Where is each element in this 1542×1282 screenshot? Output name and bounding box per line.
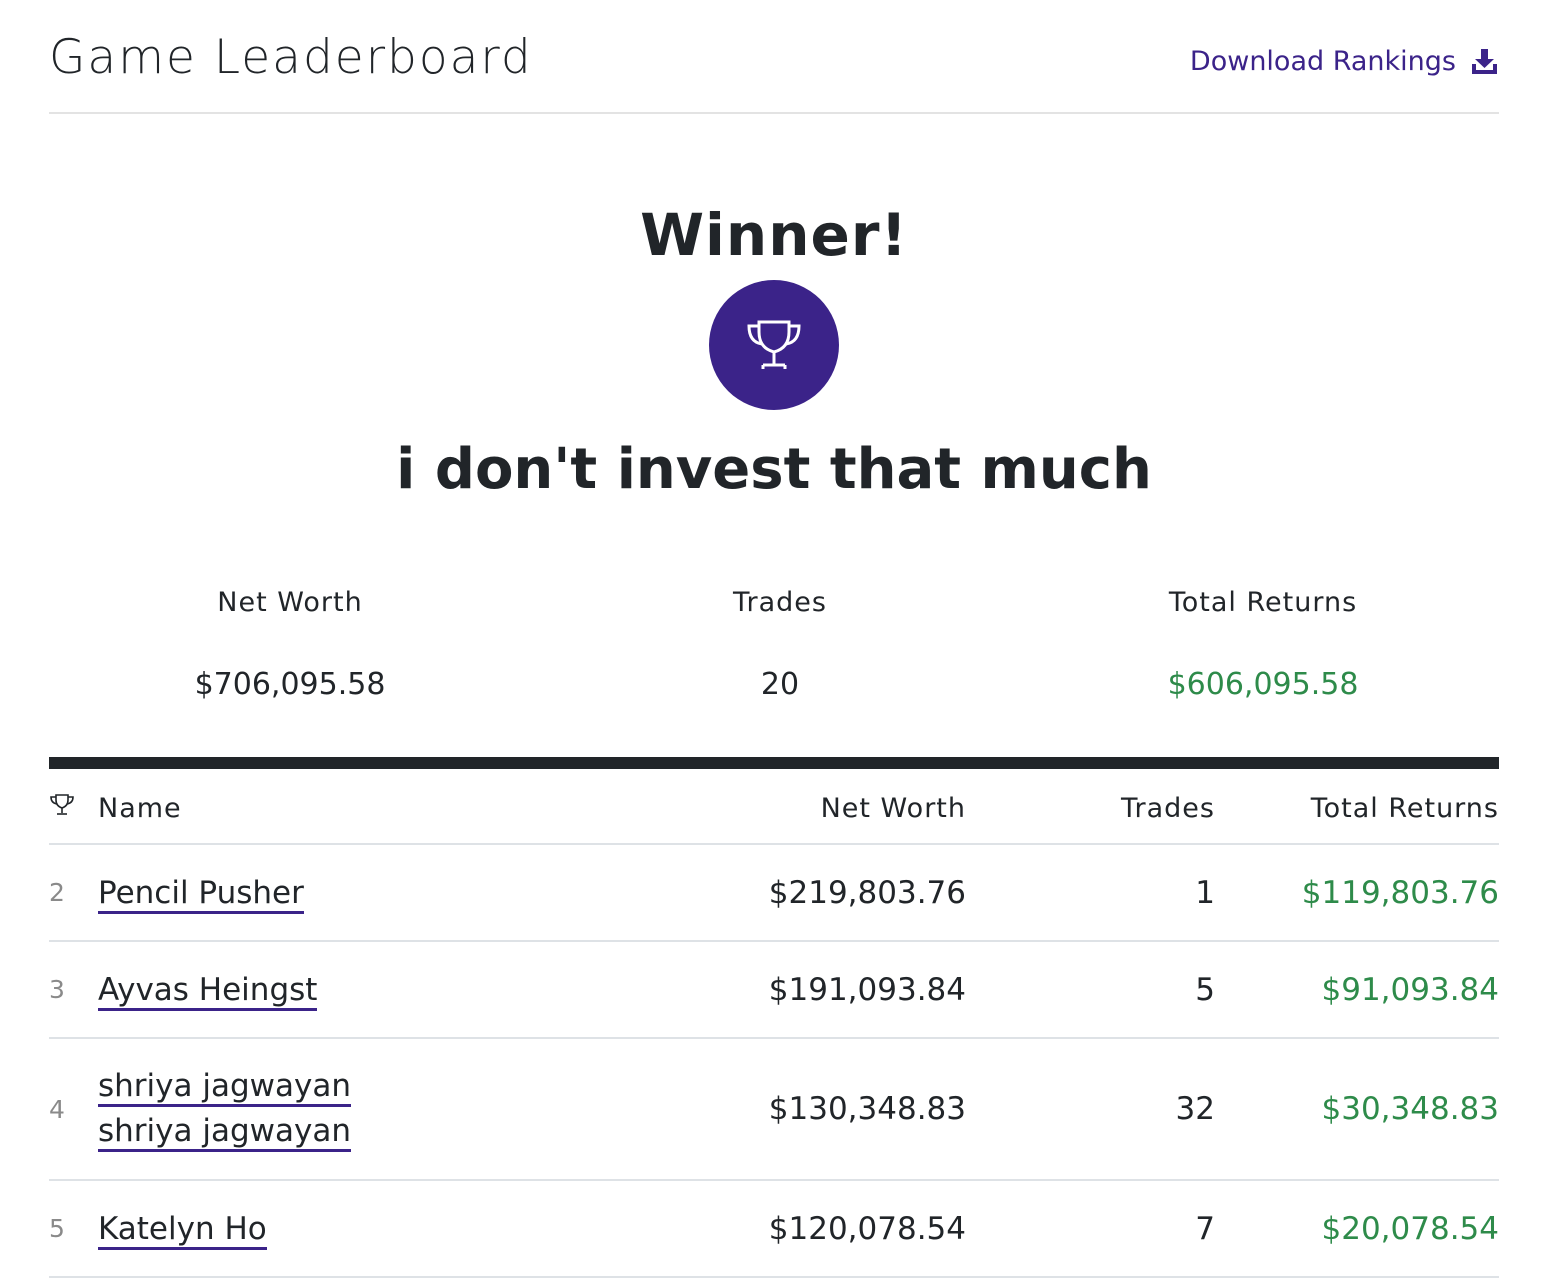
trophy-icon bbox=[747, 320, 801, 369]
total-returns-cell: $30,348.83 bbox=[1215, 1038, 1499, 1181]
stat-trades-value: 20 bbox=[760, 667, 800, 702]
player-name-link[interactable]: Pencil Pusher bbox=[98, 874, 304, 914]
net-worth-column-header: Net Worth bbox=[598, 769, 966, 845]
table-header-row: Name Net Worth Trades Total Returns bbox=[49, 769, 1499, 845]
rank-cell: 4 bbox=[49, 1038, 98, 1181]
net-worth-cell: $219,803.76 bbox=[598, 844, 966, 942]
trades-cell: 7 bbox=[966, 1180, 1215, 1278]
table-row: 2 Pencil Pusher $219,803.76 1 $119,803.7… bbox=[49, 844, 1499, 942]
rankings-table-container: Name Net Worth Trades Total Returns 2 Pe… bbox=[49, 757, 1499, 1278]
player-name-link[interactable]: Katelyn Ho bbox=[98, 1210, 267, 1250]
name-cell: Pencil Pusher bbox=[98, 844, 598, 942]
net-worth-cell: $130,348.83 bbox=[598, 1038, 966, 1181]
trades-cell: 32 bbox=[966, 1038, 1215, 1181]
stat-total-returns-value: $606,095.58 bbox=[1167, 667, 1359, 702]
rankings-table: Name Net Worth Trades Total Returns 2 Pe… bbox=[49, 769, 1499, 1278]
net-worth-cell: $120,078.54 bbox=[598, 1180, 966, 1278]
page-title: Game Leaderboard bbox=[49, 30, 533, 85]
player-name-link[interactable]: shriya jagwayan shriya jagwayan bbox=[98, 1068, 351, 1152]
winner-heading: Winner! bbox=[640, 201, 908, 269]
table-row: 5 Katelyn Ho $120,078.54 7 $20,078.54 bbox=[49, 1180, 1499, 1278]
total-returns-cell: $91,093.84 bbox=[1215, 941, 1499, 1039]
table-row: 4 shriya jagwayan shriya jagwayan $130,3… bbox=[49, 1038, 1499, 1181]
page-header: Game Leaderboard Download Rankings bbox=[49, 0, 1499, 114]
trades-column-header: Trades bbox=[966, 769, 1215, 845]
rank-cell: 2 bbox=[49, 844, 98, 942]
winner-name: i don't invest that much bbox=[396, 437, 1152, 502]
download-icon bbox=[1470, 47, 1499, 76]
name-column-header: Name bbox=[98, 769, 598, 845]
name-cell: Katelyn Ho bbox=[98, 1180, 598, 1278]
stat-net-worth: Net Worth $706,095.58 bbox=[90, 585, 490, 703]
stat-net-worth-label: Net Worth bbox=[217, 587, 363, 618]
name-cell: shriya jagwayan shriya jagwayan bbox=[98, 1038, 598, 1181]
rank-column-header bbox=[49, 769, 98, 845]
stat-net-worth-value: $706,095.58 bbox=[194, 667, 386, 702]
player-name-wrapper: shriya jagwayan shriya jagwayan bbox=[98, 1064, 428, 1154]
total-returns-cell: $20,078.54 bbox=[1215, 1180, 1499, 1278]
stat-trades-label: Trades bbox=[733, 587, 827, 618]
stat-trades: Trades 20 bbox=[580, 585, 980, 703]
rank-cell: 5 bbox=[49, 1180, 98, 1278]
winner-trophy-badge bbox=[709, 280, 839, 410]
total-returns-cell: $119,803.76 bbox=[1215, 844, 1499, 942]
stat-total-returns-label: Total Returns bbox=[1168, 587, 1358, 618]
trades-cell: 5 bbox=[966, 941, 1215, 1039]
total-returns-column-header: Total Returns bbox=[1215, 769, 1499, 845]
stat-total-returns: Total Returns $606,095.58 bbox=[1063, 585, 1463, 703]
winner-section: Winner! i don't invest that much bbox=[49, 200, 1499, 502]
table-row: 3 Ayvas Heingst $191,093.84 5 $91,093.84 bbox=[49, 941, 1499, 1039]
trophy-icon bbox=[50, 793, 74, 815]
player-name-link[interactable]: Ayvas Heingst bbox=[98, 971, 318, 1011]
leaderboard-container: Game Leaderboard Download Rankings Winne… bbox=[49, 0, 1499, 1278]
trades-cell: 1 bbox=[966, 844, 1215, 942]
rank-cell: 3 bbox=[49, 941, 98, 1039]
winner-stats: Net Worth $706,095.58 Trades 20 Total Re… bbox=[49, 585, 1499, 715]
download-rankings-label: Download Rankings bbox=[1189, 46, 1456, 77]
download-rankings-link[interactable]: Download Rankings bbox=[1190, 46, 1499, 77]
name-cell: Ayvas Heingst bbox=[98, 941, 598, 1039]
net-worth-cell: $191,093.84 bbox=[598, 941, 966, 1039]
